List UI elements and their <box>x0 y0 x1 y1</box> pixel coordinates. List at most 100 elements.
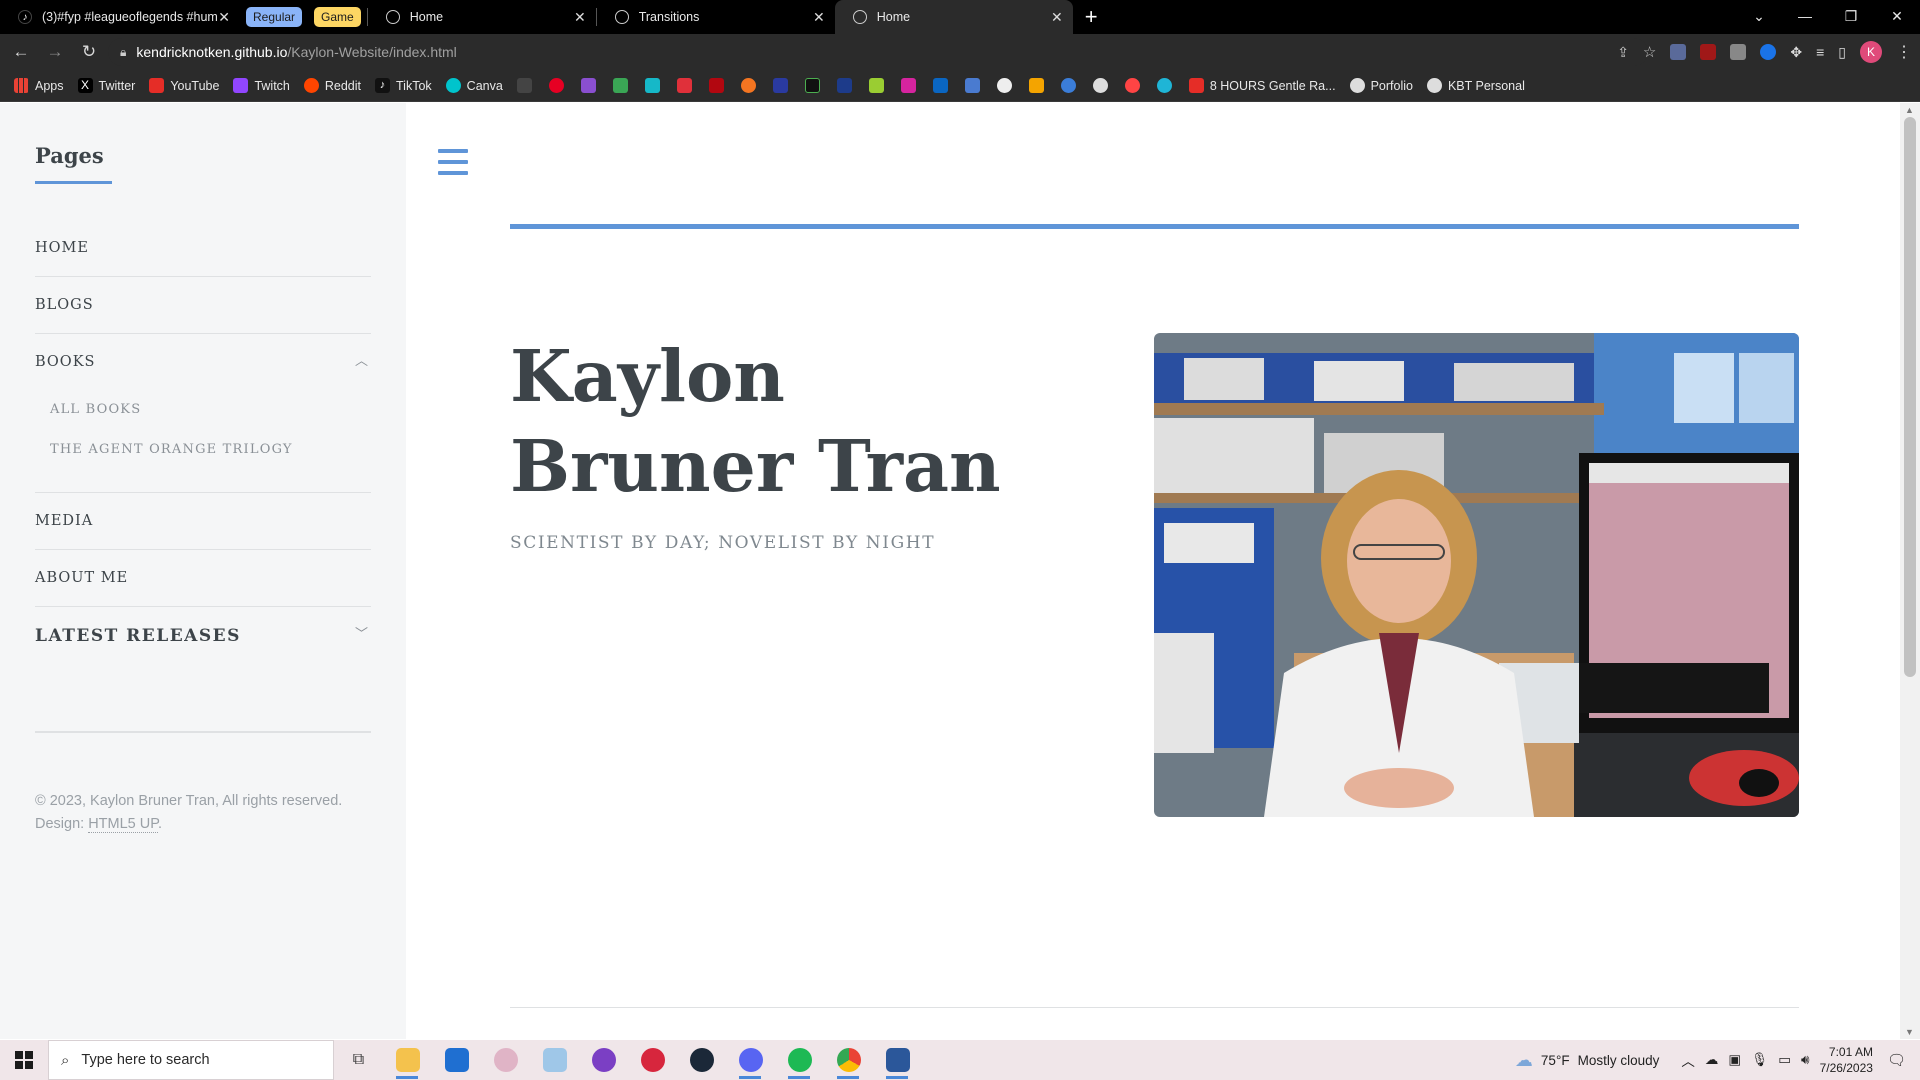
minimize-button[interactable]: — <box>1782 0 1828 34</box>
scroll-down-icon[interactable]: ▼ <box>1905 1027 1914 1037</box>
forward-button[interactable]: → <box>42 42 68 62</box>
restore-button[interactable]: ❐ <box>1828 0 1874 34</box>
pinterest-icon[interactable] <box>548 78 564 93</box>
chevron-up-icon[interactable]: ︿ <box>355 350 368 369</box>
task-view-icon[interactable]: ⧉ <box>334 1040 383 1080</box>
bookmark-icon[interactable] <box>1156 78 1172 93</box>
tab-tiktok[interactable]: ♪ (3)#fyp #leagueoflegends #hum ✕ <box>0 0 240 34</box>
puzzle-icon[interactable]: ✥ <box>1790 44 1802 61</box>
bookmark-gentle-rain[interactable]: 8 HOURS Gentle Ra... <box>1188 78 1336 93</box>
menu-icon[interactable]: ⋮ <box>1896 42 1912 62</box>
bookmark-icon[interactable] <box>868 78 884 93</box>
extension-icon[interactable] <box>1670 44 1687 60</box>
extension-icon[interactable] <box>1730 44 1747 60</box>
globe-icon[interactable] <box>1092 78 1108 93</box>
taskbar-clock[interactable]: 7:01 AM 7/26/2023 <box>1820 1044 1873 1076</box>
nav-blogs[interactable]: BLOGS <box>35 297 94 313</box>
latest-releases-heading[interactable]: LATEST RELEASES <box>35 626 241 646</box>
mail-icon[interactable] <box>432 1040 481 1080</box>
chevron-down-icon[interactable]: ﹀ <box>355 623 368 642</box>
bookmark-icon[interactable] <box>580 78 596 93</box>
bookmark-porfolio[interactable]: Porfolio <box>1349 78 1413 93</box>
steam-icon[interactable] <box>677 1040 726 1080</box>
bookmark-icon[interactable] <box>836 78 852 93</box>
onedrive-icon[interactable]: ☁ <box>1705 1052 1719 1068</box>
reload-button[interactable]: ↻ <box>76 42 102 62</box>
nav-books[interactable]: BOOKS <box>35 354 95 370</box>
chevron-up-icon[interactable]: ︿ <box>1681 1050 1695 1070</box>
tab-home[interactable]: Home ✕ <box>368 0 596 34</box>
bookmark-reddit[interactable]: Reddit <box>303 78 361 93</box>
bookmark-icon[interactable] <box>516 78 532 93</box>
taskbar-search-input[interactable]: ⌕ Type here to search <box>48 1040 334 1080</box>
shazam-icon[interactable] <box>1760 44 1777 60</box>
back-button[interactable]: ← <box>8 42 34 62</box>
bookmark-twitch[interactable]: Twitch <box>233 78 290 93</box>
html5up-link[interactable]: HTML5 UP <box>88 816 159 833</box>
bookmark-canva[interactable]: Canva <box>445 78 503 93</box>
bookmark-icon[interactable] <box>676 78 692 93</box>
scrollbar-thumb[interactable] <box>1904 117 1916 677</box>
hamburger-menu-icon[interactable] <box>438 149 468 175</box>
volume-icon[interactable]: 🔊︎ <box>1801 1052 1810 1068</box>
profile-avatar[interactable]: K <box>1860 41 1882 63</box>
discord-icon[interactable] <box>726 1040 775 1080</box>
nav-all-books[interactable]: ALL BOOKS <box>50 402 141 417</box>
app-icon[interactable] <box>530 1040 579 1080</box>
media-control-icon[interactable]: ≡ <box>1816 44 1824 60</box>
bookmark-tiktok[interactable]: ♪ TikTok <box>375 78 432 93</box>
close-icon[interactable]: ✕ <box>1051 9 1063 26</box>
nav-about-me[interactable]: ABOUT ME <box>35 570 128 586</box>
bookmark-icon[interactable] <box>1124 78 1140 93</box>
nav-media[interactable]: MEDIA <box>35 513 93 529</box>
file-explorer-icon[interactable] <box>383 1040 432 1080</box>
window-close-button[interactable]: ✕ <box>1874 0 1920 34</box>
bookmark-icon[interactable] <box>1060 78 1076 93</box>
side-panel-icon[interactable]: ▯ <box>1838 44 1846 61</box>
page-scrollbar[interactable]: ▲ ▼ <box>1900 103 1920 1039</box>
tab-home-active[interactable]: Home ✕ <box>834 0 1073 34</box>
bookmark-icon[interactable] <box>644 78 660 93</box>
app-tray-icon[interactable]: ▣ <box>1728 1052 1741 1068</box>
crunchyroll-icon[interactable] <box>740 78 756 93</box>
app-icon[interactable] <box>579 1040 628 1080</box>
ublock-icon[interactable] <box>1700 44 1717 60</box>
app-icon[interactable] <box>481 1040 530 1080</box>
close-icon[interactable]: ✕ <box>218 9 230 26</box>
bookmark-kbt-personal[interactable]: KBT Personal <box>1426 78 1525 93</box>
windows-start-button[interactable] <box>0 1040 48 1080</box>
address-bar[interactable]: 🔒︎ kendricknotken.github.io/Kaylon-Websi… <box>108 38 1648 66</box>
scroll-up-icon[interactable]: ▲ <box>1905 105 1914 115</box>
bookmark-apps[interactable]: Apps <box>14 78 64 93</box>
linkedin-icon[interactable] <box>932 78 948 93</box>
bookmark-youtube[interactable]: YouTube <box>149 78 219 93</box>
notifications-icon[interactable]: 🗨︎ <box>1887 1051 1906 1069</box>
nav-agent-orange-trilogy[interactable]: THE AGENT ORANGE TRILOGY <box>50 442 293 457</box>
bookmark-icon[interactable] <box>772 78 788 93</box>
chrome-icon[interactable] <box>824 1040 873 1080</box>
weather-widget[interactable]: ☁ 75°F Mostly cloudy <box>1515 1050 1659 1071</box>
tab-transitions[interactable]: Transitions ✕ <box>597 0 835 34</box>
word-icon[interactable] <box>873 1040 922 1080</box>
bookmark-icon[interactable] <box>612 78 628 93</box>
nav-home[interactable]: HOME <box>35 240 89 256</box>
tab-search-icon[interactable]: ⌄ <box>1736 0 1782 34</box>
bookmark-twitter[interactable]: X Twitter <box>77 78 135 93</box>
close-icon[interactable]: ✕ <box>813 9 825 26</box>
bookmark-icon[interactable] <box>804 78 820 93</box>
tab-group-game[interactable]: Game <box>314 7 361 27</box>
network-icon[interactable]: ▭ <box>1778 1052 1791 1068</box>
github-icon[interactable] <box>996 78 1012 93</box>
tab-group-regular[interactable]: Regular <box>246 7 303 27</box>
close-icon[interactable]: ✕ <box>574 9 586 26</box>
new-tab-button[interactable]: + <box>1085 4 1098 30</box>
instagram-icon[interactable] <box>900 78 916 93</box>
netflix-icon[interactable] <box>708 78 724 93</box>
microphone-icon[interactable]: 🎙︎ <box>1751 1052 1768 1068</box>
share-icon[interactable]: ⇪ <box>1617 44 1629 61</box>
bookmark-icon[interactable] <box>1028 78 1044 93</box>
spotify-icon[interactable] <box>775 1040 824 1080</box>
app-icon[interactable] <box>628 1040 677 1080</box>
bookmark-icon[interactable] <box>964 78 980 93</box>
bookmark-star-icon[interactable]: ☆ <box>1643 43 1656 61</box>
